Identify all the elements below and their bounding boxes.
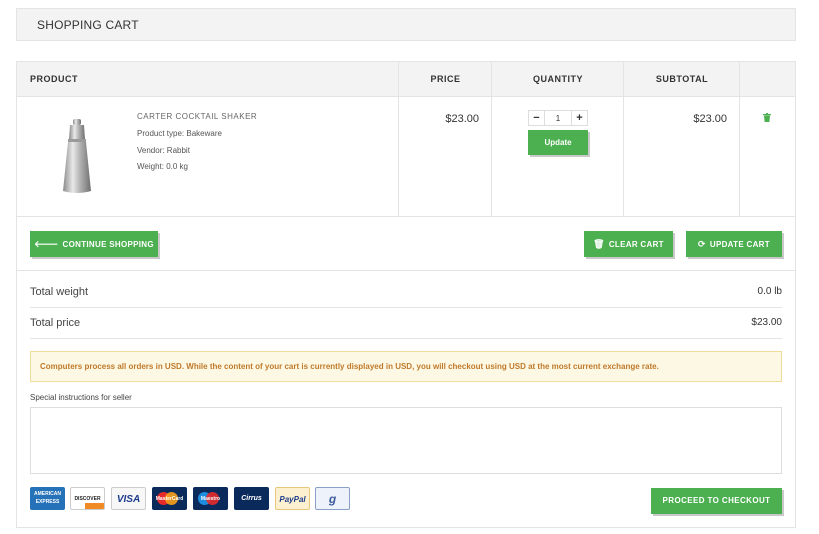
discover-icon: DISCOVER bbox=[70, 487, 105, 510]
total-price-value: $23.00 bbox=[751, 317, 782, 328]
cart-table-header: PRODUCT PRICE QUANTITY SUBTOTAL bbox=[17, 62, 795, 97]
continue-shopping-button[interactable]: 🡐 CONTINUE SHOPPING bbox=[30, 231, 158, 257]
product-weight: Weight: 0.0 kg bbox=[137, 162, 188, 171]
total-price-row: Total price $23.00 bbox=[30, 317, 782, 329]
arrow-left-icon: 🡐 bbox=[34, 239, 59, 249]
trash-icon: 🗑 bbox=[593, 239, 605, 249]
clear-cart-button[interactable]: 🗑 CLEAR CART bbox=[584, 231, 673, 257]
maestro-label: Maestro bbox=[200, 496, 221, 502]
column-header-quantity: QUANTITY bbox=[533, 74, 583, 84]
cart-panel: PRODUCT PRICE QUANTITY SUBTOTAL CARTER C… bbox=[16, 61, 796, 528]
proceed-to-checkout-button[interactable]: PROCEED TO CHECKOUT bbox=[651, 488, 782, 514]
total-weight-label: Total weight bbox=[30, 286, 89, 298]
instructions-label: Special instructions for seller bbox=[30, 393, 132, 402]
mastercard-label: MasterCard bbox=[155, 496, 184, 502]
total-price-label: Total price bbox=[30, 317, 81, 329]
product-type: Product type: Bakeware bbox=[137, 129, 222, 138]
update-cart-label: UPDATE CART bbox=[709, 240, 770, 249]
quantity-decrease-button[interactable]: − bbox=[529, 111, 545, 125]
update-item-button[interactable]: Update bbox=[528, 130, 588, 155]
quantity-increase-button[interactable]: + bbox=[571, 111, 587, 125]
cart-actions: 🡐 CONTINUE SHOPPING 🗑 CLEAR CART ⟳ UPDATE C… bbox=[17, 217, 795, 271]
continue-shopping-label: CONTINUE SHOPPING bbox=[62, 240, 154, 249]
maestro-icon: Maestro bbox=[193, 487, 228, 510]
divider bbox=[30, 307, 782, 308]
divider bbox=[30, 338, 782, 339]
cart-header: SHOPPING CART bbox=[16, 8, 796, 41]
cirrus-icon: Cirrus bbox=[234, 487, 269, 510]
total-weight-row: Total weight 0.0 lb bbox=[30, 286, 782, 298]
column-header-product: PRODUCT bbox=[30, 74, 78, 84]
column-header-price: PRICE bbox=[430, 74, 461, 84]
quantity-stepper: − + bbox=[528, 110, 588, 126]
page-title: SHOPPING CART bbox=[37, 18, 139, 32]
mastercard-icon: MasterCard bbox=[152, 487, 187, 510]
update-cart-button[interactable]: ⟳ UPDATE CART bbox=[686, 231, 782, 257]
refresh-icon: ⟳ bbox=[698, 239, 706, 249]
product-vendor: Vendor: Rabbit bbox=[137, 146, 190, 155]
quantity-input[interactable] bbox=[546, 111, 570, 125]
instructions-textarea[interactable] bbox=[30, 407, 782, 474]
total-weight-value: 0.0 lb bbox=[757, 286, 782, 297]
visa-icon: VISA bbox=[111, 487, 146, 510]
item-price: $23.00 bbox=[445, 113, 479, 125]
google-checkout-icon: g bbox=[315, 487, 350, 510]
trash-icon[interactable] bbox=[763, 113, 771, 122]
column-header-subtotal: SUBTOTAL bbox=[655, 74, 709, 84]
product-name[interactable]: CARTER COCKTAIL SHAKER bbox=[137, 112, 257, 121]
clear-cart-label: CLEAR CART bbox=[608, 240, 664, 249]
amex-icon: AMERICAN EXPRESS bbox=[30, 487, 65, 510]
currency-notice: Computers process all orders in USD. Whi… bbox=[30, 351, 782, 382]
paypal-icon: PayPal bbox=[275, 487, 310, 510]
cocktail-shaker-image[interactable] bbox=[61, 119, 93, 195]
table-row: CARTER COCKTAIL SHAKER Product type: Bak… bbox=[17, 97, 795, 217]
item-subtotal: $23.00 bbox=[693, 113, 727, 125]
